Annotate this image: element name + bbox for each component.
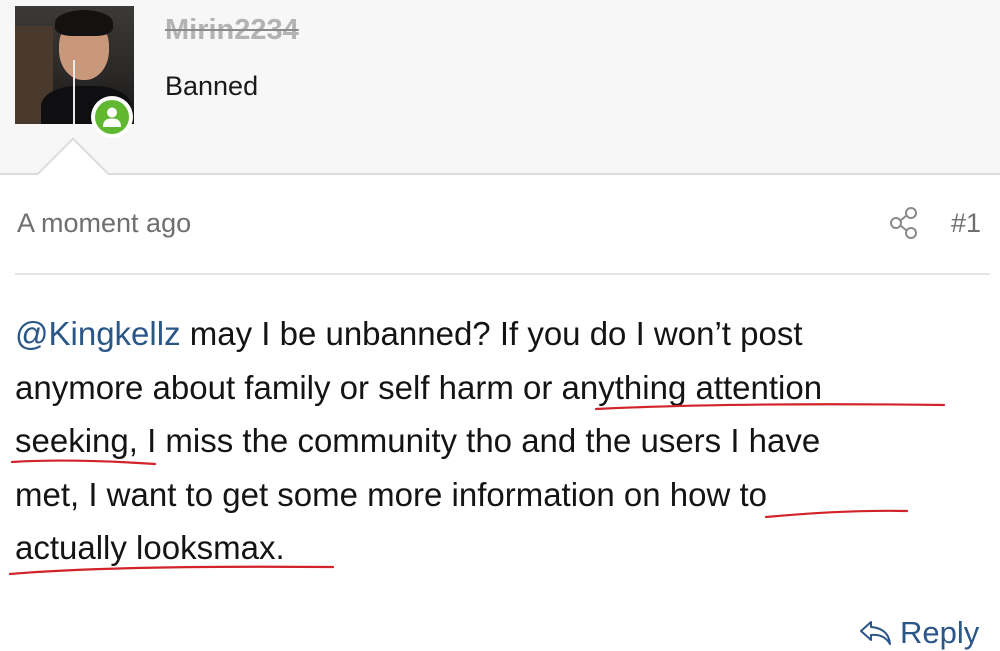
post-number[interactable]: #1 <box>951 208 981 239</box>
post-line-3: seeking, I miss the community tho and th… <box>15 422 821 459</box>
reply-arrow-icon <box>860 621 891 645</box>
user-title: Banned <box>165 71 259 101</box>
post-line-2: anymore about family or self harm or any… <box>15 368 823 406</box>
post-line-1: @Kingkellz may I be unbanned? If you do … <box>15 315 803 352</box>
post-line-5: actually looksmax. <box>15 529 285 566</box>
user-online-icon <box>103 107 121 127</box>
mention-link[interactable]: @Kingkellz <box>15 315 181 352</box>
reply-button[interactable]: Reply <box>858 615 979 651</box>
post-body: @Kingkellz may I be unbanned? If you do … <box>15 307 990 575</box>
divider <box>15 273 990 275</box>
post-timestamp[interactable]: A moment ago <box>17 208 191 239</box>
share-icon[interactable] <box>889 206 919 240</box>
username[interactable]: Mirin2234 <box>165 14 299 47</box>
online-status-badge <box>91 96 133 138</box>
user-header: Mirin2234 Banned <box>0 0 1000 175</box>
reply-label: Reply <box>900 615 980 650</box>
post-line-4: met, I want to get some more information… <box>15 475 768 513</box>
